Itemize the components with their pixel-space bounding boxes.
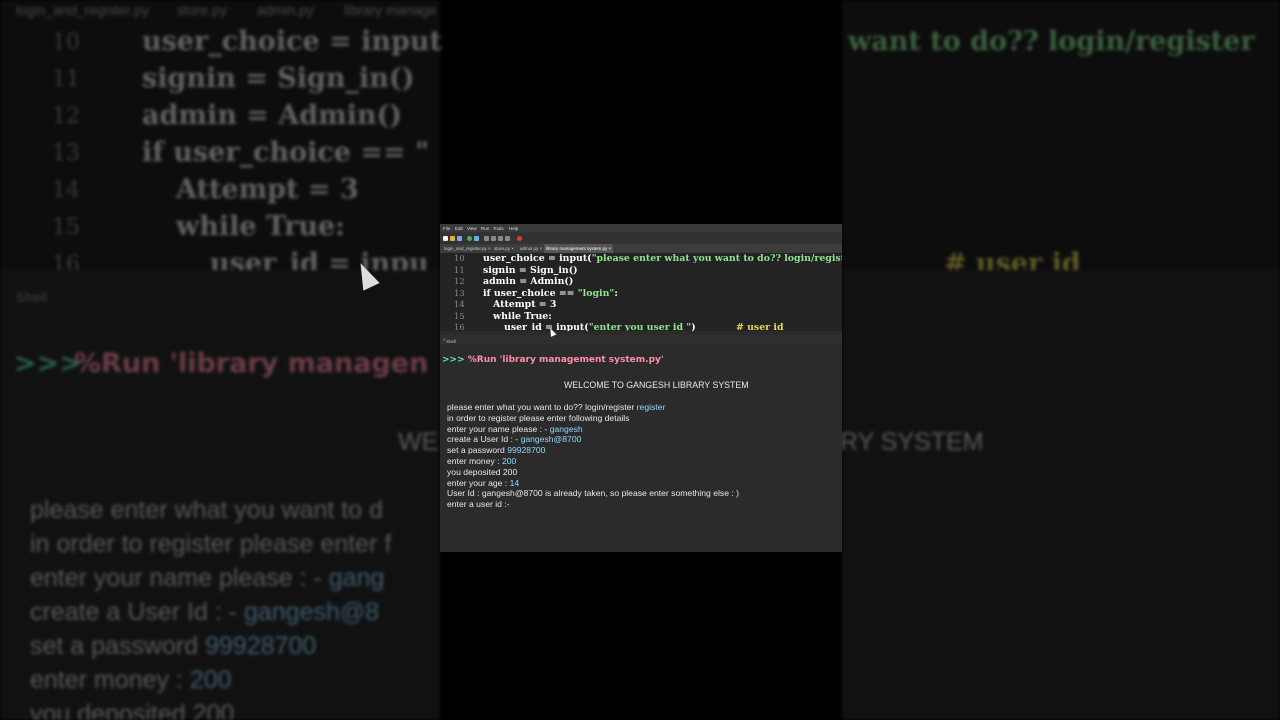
bg-run-command: %Run 'library managen bbox=[74, 348, 429, 379]
bg-shell-right: RY SYSTEM bbox=[840, 270, 1280, 720]
bg-prompt: >>> bbox=[14, 348, 82, 379]
code-text: Attempt = 3 bbox=[493, 299, 557, 310]
new-file-icon[interactable] bbox=[443, 235, 448, 241]
step-out-icon[interactable] bbox=[498, 235, 503, 241]
shell-prompt: >>> bbox=[442, 355, 465, 365]
code-line: 12 admin = Admin() bbox=[440, 276, 842, 288]
tab-admin[interactable]: admin.py × bbox=[518, 244, 544, 253]
bg-line-number: 14 bbox=[52, 178, 80, 203]
bg-output-line: create a User Id : - gangesh@8 bbox=[30, 598, 380, 626]
line-number: 16 bbox=[454, 322, 465, 331]
bg-editor: 10 user_choice = input 11 signin = Sign_… bbox=[0, 20, 442, 279]
bg-output-line: enter money : 200 bbox=[30, 666, 232, 694]
bg-output-line: set a password 99928700 bbox=[30, 632, 317, 660]
shell-tab-bar: Shell × bbox=[440, 335, 842, 345]
bg-line-number: 12 bbox=[52, 104, 80, 129]
bg-tab: admin.py bbox=[257, 2, 314, 18]
debug-icon[interactable] bbox=[474, 235, 479, 241]
code-line: 15 while True: bbox=[440, 311, 842, 323]
bg-welcome: RY SYSTEM bbox=[840, 428, 984, 456]
menu-run[interactable]: Run bbox=[481, 226, 489, 231]
tab-library-management-system[interactable]: library management system.py × bbox=[544, 244, 614, 253]
menu-tools[interactable]: Tools bbox=[493, 226, 504, 231]
output-line: set a password 99928700 bbox=[447, 445, 546, 456]
tab-login-and-register[interactable]: login_and_register.py × bbox=[442, 244, 493, 253]
bg-code-line: if user_choice == " bbox=[142, 137, 430, 168]
output-line: create a User Id : - gangesh@8700 bbox=[447, 434, 582, 445]
bg-output-line: you deposited 200 bbox=[30, 700, 235, 720]
bg-code-line: want to do?? login/register bbox=[848, 26, 1255, 57]
menu-file[interactable]: File bbox=[443, 226, 450, 231]
menu-edit[interactable]: Edit bbox=[455, 226, 463, 231]
resume-icon[interactable] bbox=[505, 235, 510, 241]
output-line: you deposited 200 bbox=[447, 466, 518, 477]
run-command: %Run 'library management system.py' bbox=[467, 355, 664, 365]
open-folder-icon[interactable] bbox=[450, 235, 455, 241]
bg-line-number: 10 bbox=[52, 30, 80, 55]
bg-code-line: admin = Admin() bbox=[142, 100, 403, 131]
bg-code-line: user_choice = input bbox=[142, 26, 442, 57]
code-text: signin = Sign_in() bbox=[483, 264, 578, 276]
step-over-icon[interactable] bbox=[484, 235, 489, 241]
code-line: 16 user_id = input("enter you user id ")… bbox=[440, 322, 842, 331]
code-text: user_choice = input("please enter what y… bbox=[483, 253, 842, 264]
bg-code-line: Attempt = 3 bbox=[176, 174, 359, 205]
bg-output-line: in order to register please enter f bbox=[30, 530, 392, 558]
stop-icon[interactable] bbox=[517, 235, 522, 241]
bg-welcome: WE bbox=[398, 428, 439, 456]
bg-tab: library manage bbox=[344, 2, 437, 18]
bg-tabbar: login_and_register.py store.py admin.py … bbox=[0, 0, 440, 20]
code-line: 11 signin = Sign_in() bbox=[440, 265, 842, 277]
bg-tab: login_and_register.py bbox=[16, 2, 150, 18]
bg-output-line: enter your name please : - gang bbox=[30, 564, 385, 592]
output-line: enter a user id :- bbox=[447, 499, 510, 510]
code-comment: # user id bbox=[736, 322, 784, 331]
editor-tabs: login_and_register.py × store.py × admin… bbox=[440, 244, 842, 253]
bg-line-number: 11 bbox=[52, 67, 80, 92]
bg-line-number: 13 bbox=[52, 141, 80, 166]
menu-bar: File Edit View Run Tools Help bbox=[440, 224, 842, 232]
menu-help[interactable]: Help bbox=[509, 226, 518, 231]
shell-console[interactable]: >>> %Run 'library management system.py' … bbox=[440, 345, 842, 552]
ide-window: File Edit View Run Tools Help login_and_… bbox=[440, 224, 842, 552]
code-editor[interactable]: 10 user_choice = input("please enter wha… bbox=[440, 253, 842, 331]
bg-tab: store.py bbox=[177, 2, 227, 18]
code-text: if user_choice == "login": bbox=[483, 287, 618, 299]
tab-store[interactable]: store.py × bbox=[492, 244, 516, 253]
welcome-message: WELCOME TO GANGESH LIBRARY SYSTEM bbox=[564, 380, 749, 390]
bg-shell-tab: Shell bbox=[16, 289, 48, 305]
shell-prompt-line: >>> %Run 'library management system.py' bbox=[442, 355, 664, 365]
bg-code-line: signin = Sign_in() bbox=[142, 63, 415, 94]
output-line: in order to register please enter follow… bbox=[447, 412, 630, 423]
menu-view[interactable]: View bbox=[467, 226, 477, 231]
line-number: 11 bbox=[454, 264, 465, 275]
line-number: 15 bbox=[454, 310, 465, 321]
code-text: while True: bbox=[493, 310, 552, 322]
bg-output-line: please enter what you want to d bbox=[30, 496, 384, 524]
code-line: 13 if user_choice == "login": bbox=[440, 288, 842, 300]
output-line: enter money : 200 bbox=[447, 456, 517, 466]
line-number: 14 bbox=[454, 299, 465, 309]
code-line: 10 user_choice = input("please enter wha… bbox=[440, 253, 842, 265]
bg-shell: Shell >>> %Run 'library managen WE pleas… bbox=[0, 270, 440, 720]
bg-line-number: 15 bbox=[52, 215, 80, 240]
run-icon[interactable] bbox=[467, 235, 472, 241]
toolbar bbox=[440, 232, 842, 244]
output-line: enter your name please : - gangesh bbox=[447, 423, 583, 434]
bg-editor-right: want to do?? login/register # user id bbox=[842, 0, 1280, 279]
line-number: 12 bbox=[454, 276, 465, 286]
code-text: user_id = input("enter you user id ") bbox=[504, 322, 696, 331]
save-icon[interactable] bbox=[457, 235, 462, 241]
output-line: please enter what you want to do?? login… bbox=[447, 402, 666, 412]
code-line: 14 Attempt = 3 bbox=[440, 299, 842, 311]
bg-code-line: while True: bbox=[176, 211, 346, 242]
tab-shell[interactable]: Shell × bbox=[443, 337, 456, 344]
step-into-icon[interactable] bbox=[491, 235, 496, 241]
line-number: 10 bbox=[454, 253, 465, 263]
code-text: admin = Admin() bbox=[483, 276, 574, 287]
output-line: User Id : gangesh@8700 is already taken,… bbox=[447, 488, 740, 499]
output-line: enter your age : 14 bbox=[447, 477, 520, 488]
line-number: 13 bbox=[454, 287, 465, 298]
